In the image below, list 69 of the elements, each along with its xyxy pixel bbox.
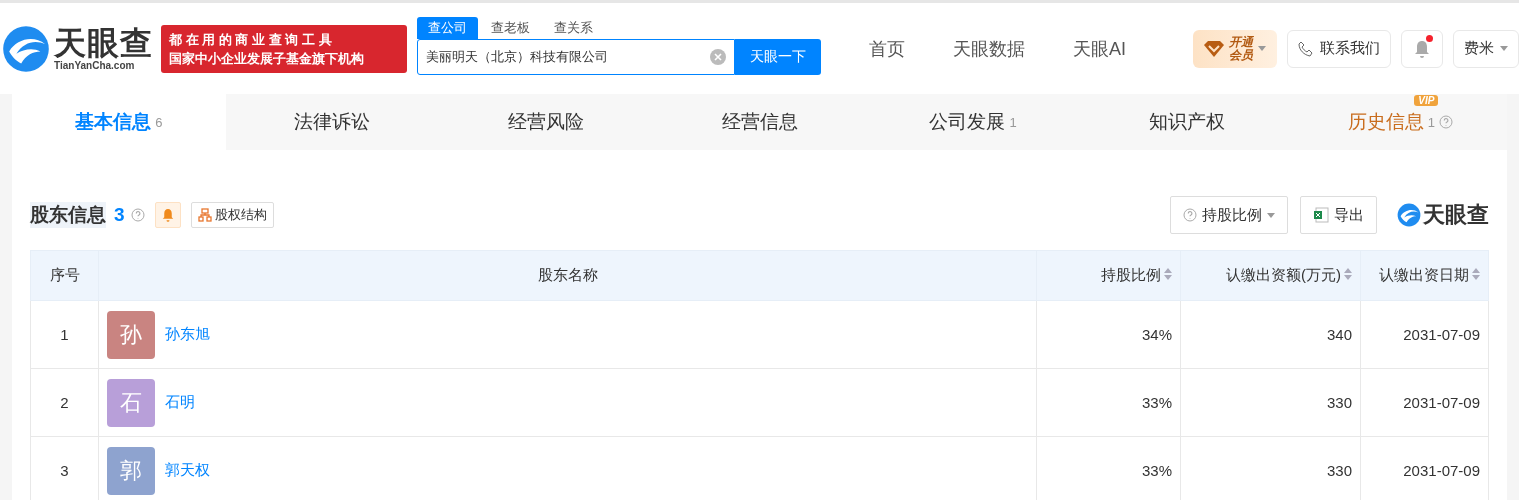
diamond-icon	[1204, 40, 1224, 57]
column-header: 序号	[30, 250, 99, 301]
bell-icon	[1414, 39, 1430, 58]
search-tab[interactable]: 查老板	[480, 16, 541, 39]
tab-count: 6	[155, 114, 163, 130]
shareholder-link[interactable]: 郭天权	[165, 461, 210, 480]
caret-icon	[1500, 46, 1508, 51]
tab[interactable]: 经营风险	[439, 94, 653, 150]
notification-button[interactable]	[1401, 29, 1443, 68]
hierarchy-icon	[197, 208, 212, 222]
caret-icon	[1267, 212, 1275, 218]
sort-icon[interactable]	[1472, 268, 1480, 280]
logo-domain: TianYanCha.com	[54, 60, 136, 71]
nav-link[interactable]: 天眼AI	[1073, 36, 1126, 61]
column-header[interactable]: 持股比例	[1036, 250, 1181, 301]
help-icon	[1183, 208, 1197, 222]
spreadsheet-icon	[1313, 207, 1329, 223]
help-icon	[1438, 115, 1453, 129]
user-menu[interactable]: 费米	[1453, 29, 1519, 68]
table-cell: 2031-07-09	[1360, 368, 1489, 437]
clear-icon[interactable]	[710, 48, 726, 65]
brand-name: 天眼查	[1423, 201, 1489, 229]
table-cell: 33%	[1036, 368, 1181, 437]
section-title: 股东信息	[30, 202, 106, 228]
structure-button[interactable]: 股权结构	[190, 202, 274, 228]
slogan-banner: 都 在 用 的 商 业 查 询 工 具 国家中小企业发展子基金旗下机构	[161, 24, 407, 73]
avatar: 石	[107, 378, 155, 427]
section-count: 3	[114, 204, 125, 226]
tab[interactable]: 知识产权	[1079, 94, 1294, 150]
table-cell: 2031-07-09	[1360, 300, 1489, 369]
phone-icon	[1298, 40, 1314, 57]
caret-icon	[1258, 46, 1266, 51]
filter-dropdown[interactable]: 持股比例	[1170, 196, 1288, 234]
column-header[interactable]: 认缴出资日期	[1360, 250, 1489, 301]
help-icon	[130, 208, 145, 222]
search-button[interactable]: 天眼一下	[735, 38, 821, 75]
table-cell: 2	[30, 368, 99, 437]
contact-button[interactable]: 联系我们	[1287, 29, 1391, 68]
tab[interactable]: 法律诉讼	[225, 94, 440, 150]
table-cell: 340	[1180, 300, 1361, 369]
column-header[interactable]: 认缴出资额(万元)	[1180, 250, 1361, 301]
search-field[interactable]: 美丽明天（北京）科技有限公司	[417, 38, 735, 75]
export-button[interactable]: 导出	[1300, 196, 1377, 234]
tab-count: 1	[1009, 114, 1017, 130]
subscribe-button[interactable]	[154, 202, 181, 228]
shareholder-link[interactable]: 石明	[165, 393, 195, 412]
tab[interactable]: 公司发展 1	[866, 94, 1080, 150]
nav-link[interactable]: 首页	[869, 36, 905, 61]
logo-name: 天眼查	[54, 26, 153, 60]
bell-icon	[161, 208, 174, 222]
avatar: 郭	[107, 446, 155, 495]
tab[interactable]: 经营信息	[652, 94, 867, 150]
table-cell: 1	[30, 300, 99, 369]
tab[interactable]: 基本信息 6	[12, 94, 226, 150]
sort-icon[interactable]	[1164, 268, 1172, 280]
logo-icon	[1397, 203, 1421, 227]
tab-count: 1	[1427, 114, 1435, 130]
search-tab[interactable]: 查关系	[543, 16, 604, 39]
column-header: 股东名称	[98, 250, 1037, 301]
shareholder-link[interactable]: 孙东旭	[165, 325, 210, 344]
table-cell: 3	[30, 436, 99, 500]
sort-icon[interactable]	[1344, 268, 1352, 280]
vip-button[interactable]: 开通会员	[1193, 29, 1277, 68]
vip-badge: VIP	[1414, 95, 1439, 106]
avatar: 孙	[107, 310, 155, 359]
table-cell: 330	[1180, 368, 1361, 437]
nav-link[interactable]: 天眼数据	[953, 36, 1025, 61]
table-cell: 34%	[1036, 300, 1181, 369]
search-tab[interactable]: 查公司	[417, 16, 478, 39]
